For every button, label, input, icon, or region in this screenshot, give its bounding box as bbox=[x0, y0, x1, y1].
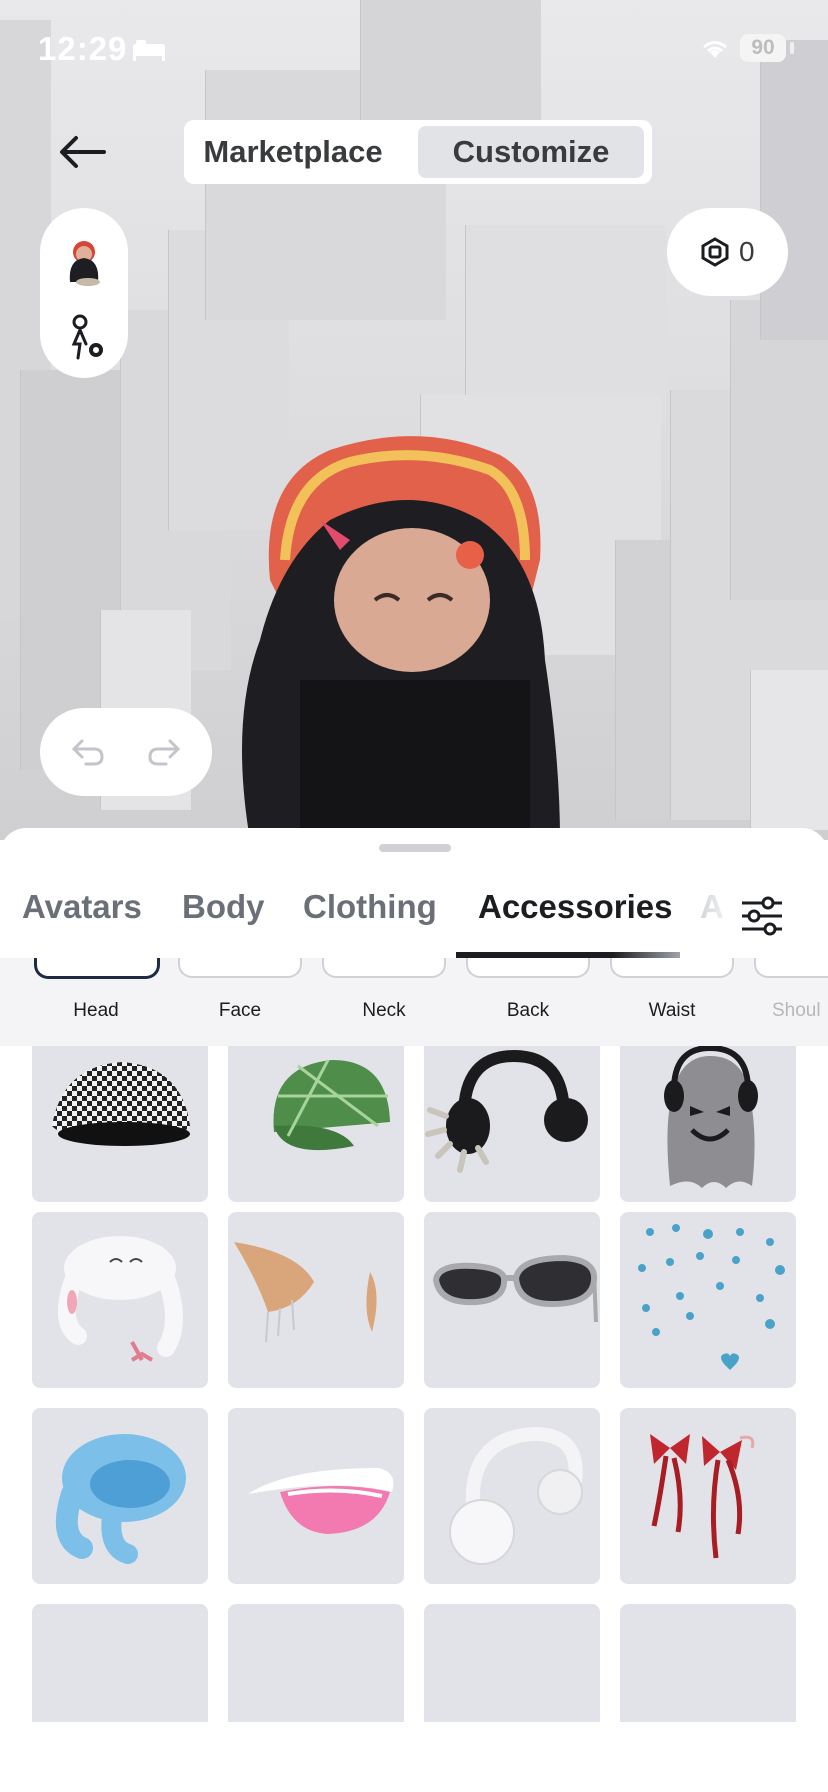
tab-avatars[interactable]: Avatars bbox=[22, 888, 142, 926]
green-plaid-cap-icon bbox=[273, 1059, 390, 1151]
bunny-hat-icon bbox=[57, 1236, 183, 1362]
loading-item-icon bbox=[424, 1604, 600, 1722]
tab-marketplace[interactable]: Marketplace bbox=[192, 126, 394, 178]
loading-item-icon bbox=[620, 1604, 796, 1722]
blue-bunny-ears-hat-icon bbox=[55, 1434, 186, 1564]
status-bar: 12:29 90 bbox=[0, 0, 828, 100]
accessory-items-grid bbox=[0, 1046, 828, 1722]
subcat-face-thumb bbox=[178, 958, 302, 978]
wifi-icon bbox=[703, 41, 727, 58]
avatar-side-menu bbox=[40, 208, 128, 378]
loading-item-icon bbox=[32, 1604, 208, 1722]
battery-tip bbox=[790, 42, 794, 54]
subcategory-row: Head Face Neck Back Waist Shoul bbox=[0, 958, 828, 1046]
item-tile[interactable] bbox=[424, 1408, 600, 1584]
item-tile[interactable] bbox=[32, 1046, 208, 1202]
tab-clothing[interactable]: Clothing bbox=[303, 888, 437, 926]
elf-ears-icon bbox=[234, 1242, 377, 1343]
sheet-drag-handle[interactable] bbox=[379, 844, 451, 852]
avatar-settings-icon[interactable] bbox=[64, 314, 108, 362]
sunglasses-icon bbox=[432, 1254, 598, 1323]
robux-amount: 0 bbox=[739, 236, 755, 267]
item-tile[interactable] bbox=[424, 1046, 600, 1202]
back-arrow-icon[interactable] bbox=[54, 128, 114, 176]
ghost-headphones-icon bbox=[664, 1046, 758, 1188]
white-earmuffs-icon bbox=[449, 1426, 583, 1565]
item-tile[interactable] bbox=[424, 1604, 600, 1722]
spiked-headphones-icon bbox=[425, 1049, 588, 1173]
subcat-neck-thumb bbox=[322, 958, 446, 978]
tab-accessories[interactable]: Accessories bbox=[478, 888, 672, 926]
item-tile[interactable] bbox=[228, 1408, 404, 1584]
subcat-neck-label: Neck bbox=[362, 1000, 406, 1021]
tab-scroll-fade bbox=[690, 888, 740, 948]
subcat-face-label: Face bbox=[218, 1000, 262, 1021]
undo-icon[interactable] bbox=[70, 737, 106, 767]
item-tile[interactable] bbox=[620, 1212, 796, 1388]
item-tile[interactable] bbox=[620, 1408, 796, 1584]
pink-visor-icon bbox=[248, 1468, 394, 1534]
subcat-waist-label: Waist bbox=[648, 1000, 696, 1021]
red-bows-icon bbox=[650, 1434, 755, 1559]
tab-body[interactable]: Body bbox=[182, 888, 265, 926]
item-tile[interactable] bbox=[228, 1046, 404, 1202]
subcat-shoulder[interactable]: Shoul bbox=[754, 958, 828, 1046]
item-tile[interactable] bbox=[32, 1212, 208, 1388]
avatar-thumbnail-icon[interactable] bbox=[64, 238, 104, 286]
item-tile[interactable] bbox=[620, 1604, 796, 1722]
subcat-neck[interactable]: Neck bbox=[322, 958, 446, 1046]
item-tile[interactable] bbox=[32, 1604, 208, 1722]
item-tile[interactable] bbox=[228, 1212, 404, 1388]
redo-icon[interactable] bbox=[146, 737, 182, 767]
floating-hearts-icon bbox=[638, 1224, 785, 1370]
item-tile[interactable] bbox=[228, 1604, 404, 1722]
robux-balance[interactable]: 0 bbox=[667, 208, 788, 296]
subcat-head-label: Head bbox=[73, 1000, 119, 1021]
mode-toggle: Marketplace Customize bbox=[184, 120, 652, 184]
robux-icon bbox=[701, 237, 729, 267]
item-tile[interactable] bbox=[32, 1408, 208, 1584]
subcat-back[interactable]: Back bbox=[466, 958, 590, 1046]
sleep-mode-icon bbox=[133, 40, 165, 61]
status-time: 12:29 bbox=[38, 30, 128, 67]
subcat-back-thumb bbox=[466, 958, 590, 978]
subcat-face[interactable]: Face bbox=[178, 958, 302, 1046]
subcat-back-label: Back bbox=[506, 1000, 550, 1021]
loading-item-icon bbox=[228, 1604, 404, 1722]
subcat-shoulder-thumb bbox=[754, 958, 828, 978]
battery-indicator: 90 bbox=[740, 34, 786, 62]
houndstooth-headscarf-icon bbox=[52, 1062, 190, 1146]
undo-redo-pill bbox=[40, 708, 212, 796]
item-tile[interactable] bbox=[424, 1212, 600, 1388]
filter-sliders-icon[interactable] bbox=[740, 896, 784, 936]
subcat-waist[interactable]: Waist bbox=[610, 958, 734, 1046]
subcat-head[interactable]: Head bbox=[34, 958, 160, 1046]
item-tile[interactable] bbox=[620, 1046, 796, 1202]
subcat-shoulder-label: Shoul bbox=[772, 1000, 821, 1021]
tab-customize[interactable]: Customize bbox=[418, 126, 644, 178]
subcat-waist-thumb bbox=[610, 958, 734, 978]
subcat-head-thumb bbox=[34, 958, 160, 979]
